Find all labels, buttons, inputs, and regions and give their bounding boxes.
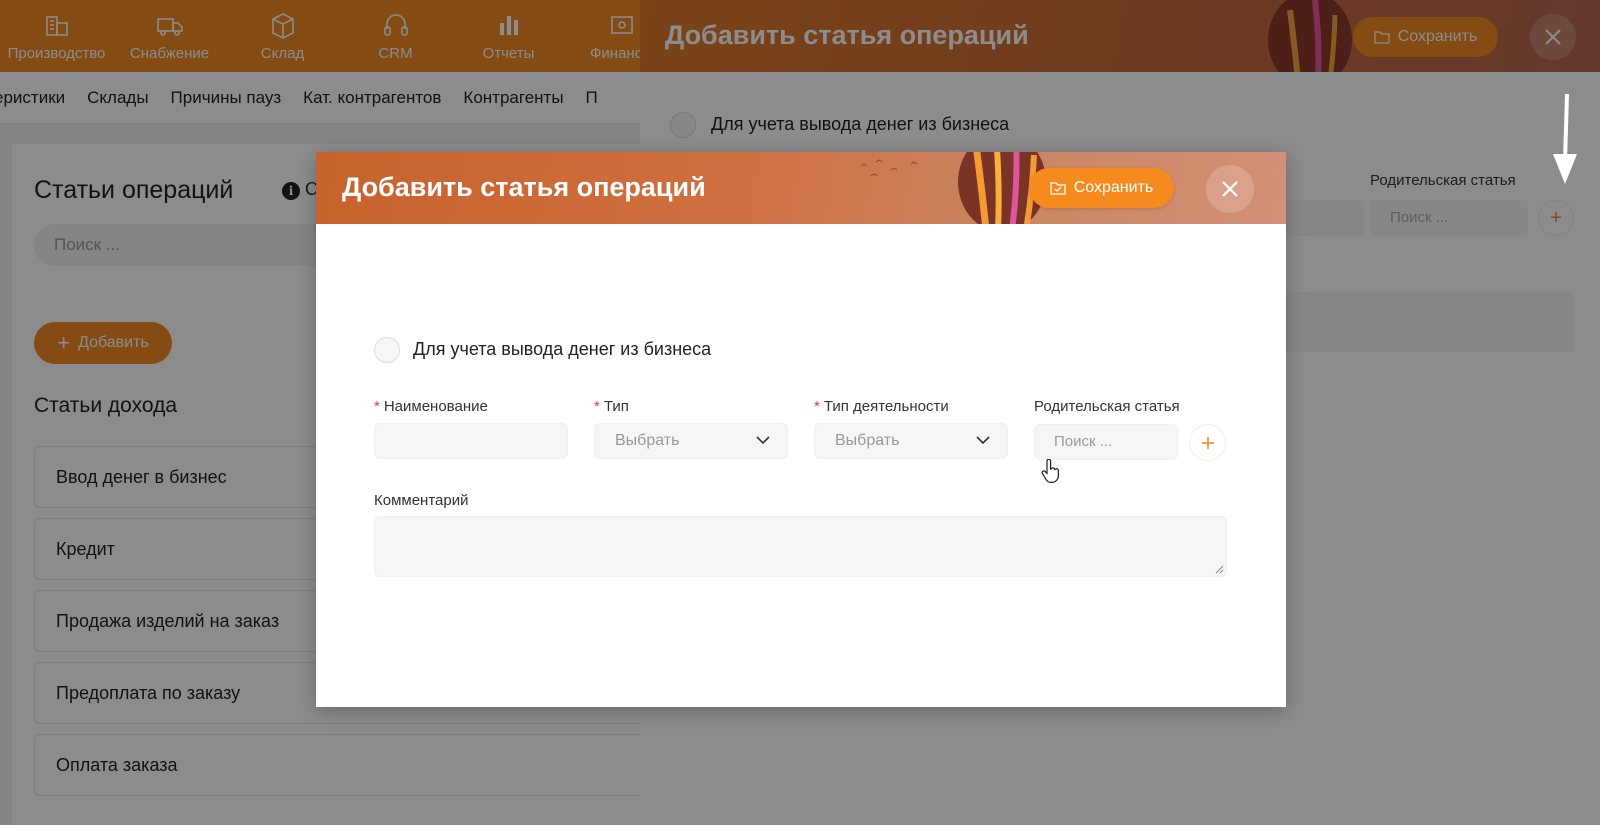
type-select[interactable]: Выбрать <box>594 423 788 459</box>
folder-icon <box>1050 182 1066 195</box>
hand-cursor-icon <box>1041 459 1059 483</box>
activity-select[interactable]: Выбрать <box>814 423 1008 459</box>
required-marker: * <box>594 398 600 415</box>
required-marker: * <box>814 398 820 415</box>
required-marker: * <box>374 398 380 415</box>
activity-field-label: * Тип деятельности <box>814 398 949 415</box>
plus-icon <box>1201 436 1214 449</box>
chevron-down-icon <box>976 436 990 445</box>
activity-select-placeholder: Выбрать <box>835 432 900 449</box>
add-parent-button[interactable] <box>1189 424 1226 461</box>
close-icon <box>1222 181 1238 197</box>
chevron-down-icon <box>756 436 770 445</box>
birds-decoration <box>860 159 918 177</box>
modal-title: Добавить статья операций <box>342 172 706 202</box>
comment-field-label: Комментарий <box>374 492 469 509</box>
arrow-down-annotation-icon <box>1553 93 1577 184</box>
type-field-label: * Тип <box>594 398 629 415</box>
save-button-label: Сохранить <box>1073 179 1154 196</box>
close-button[interactable] <box>1206 165 1254 213</box>
parent-field-label: Родительская статья <box>1034 398 1180 415</box>
add-operation-modal: Добавить статья операций Сохранить Для у… <box>316 152 1286 707</box>
resize-handle-icon[interactable] <box>1214 564 1224 574</box>
name-input[interactable] <box>374 423 568 459</box>
type-select-placeholder: Выбрать <box>615 432 680 449</box>
withdraw-money-label: Для учета вывода денег из бизнеса <box>413 339 712 359</box>
comment-textarea[interactable] <box>374 516 1227 577</box>
name-field-label: * Наименование <box>374 398 488 415</box>
parent-search-input[interactable]: Поиск ... <box>1034 424 1178 460</box>
modal-header: Добавить статья операций Сохранить <box>316 152 1286 224</box>
save-button[interactable]: Сохранить <box>1029 168 1174 208</box>
withdraw-money-radio[interactable] <box>374 337 400 363</box>
